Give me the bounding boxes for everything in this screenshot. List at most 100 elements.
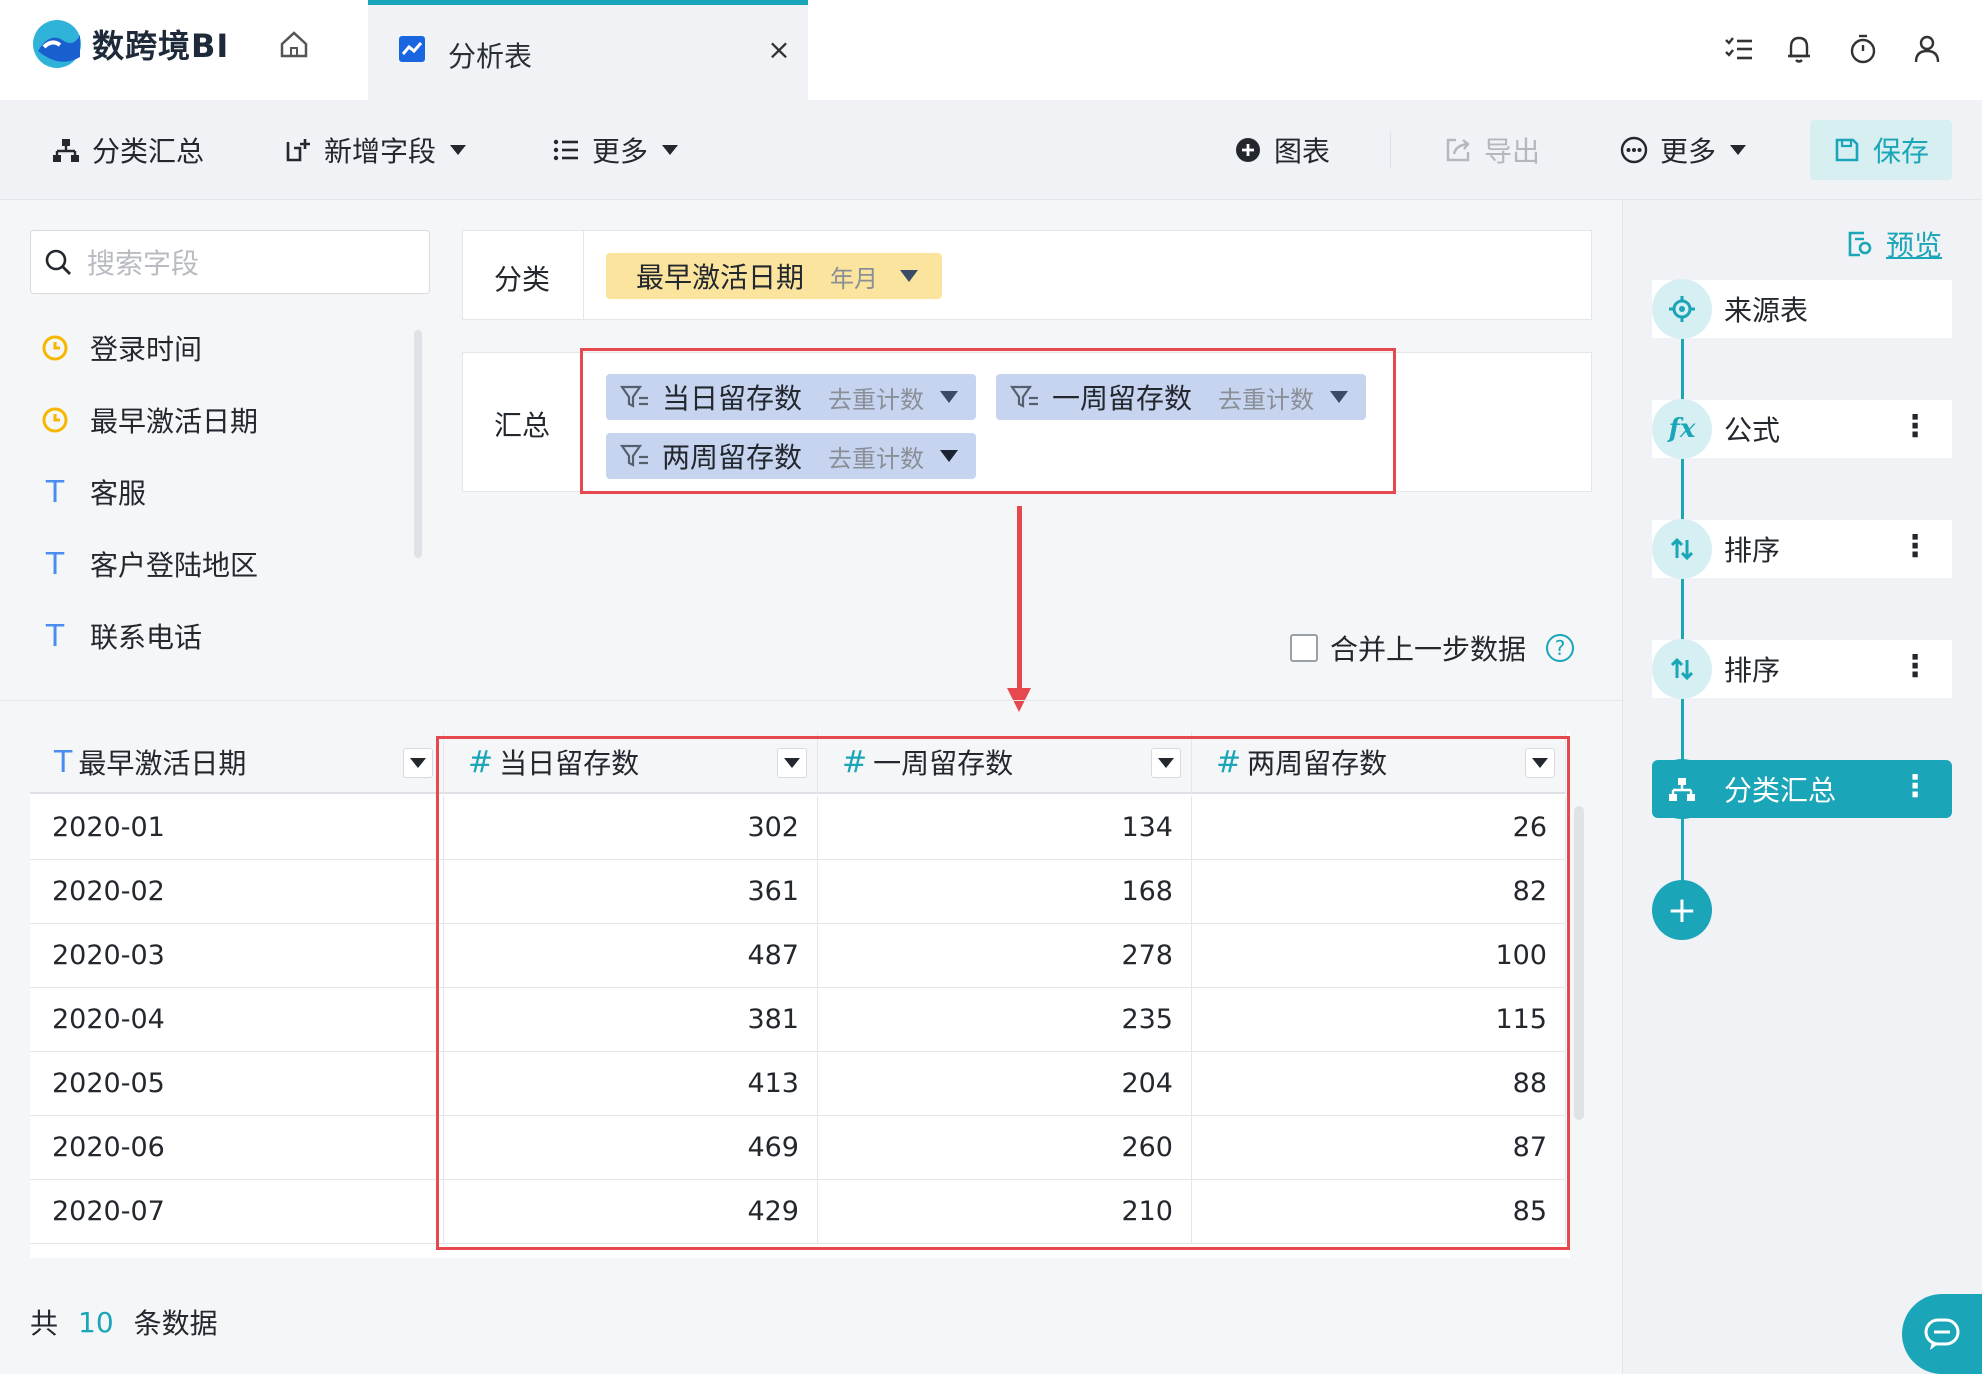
chevron-down-icon bbox=[662, 145, 679, 155]
text-type-icon: T bbox=[45, 618, 65, 654]
more-circle-icon bbox=[1620, 136, 1648, 164]
field-label: 登录时间 bbox=[90, 333, 203, 366]
preview-link[interactable]: 预览 bbox=[1846, 224, 1942, 264]
field-item[interactable]: 登录时间 bbox=[40, 328, 202, 368]
export-button[interactable]: 导出 bbox=[1444, 130, 1540, 170]
preview-icon bbox=[1848, 231, 1872, 257]
chevron-down-icon bbox=[450, 145, 467, 155]
step-label: 来源表 bbox=[1724, 294, 1809, 327]
field-list-scrollbar[interactable] bbox=[414, 330, 422, 558]
step-menu-icon[interactable]: ⋮ bbox=[1900, 412, 1930, 442]
step-label: 排序 bbox=[1724, 654, 1781, 687]
flow-step-sort[interactable]: 排序 ⋮ bbox=[1652, 519, 1952, 579]
app-name: 数跨境BI bbox=[92, 27, 230, 65]
summary-label: 汇总 bbox=[494, 409, 551, 442]
flow-step-source[interactable]: 来源表 bbox=[1652, 279, 1952, 339]
text-type-icon: T bbox=[45, 474, 65, 510]
more-menu-left[interactable]: 更多 bbox=[552, 130, 679, 170]
merge-checkbox[interactable] bbox=[1290, 634, 1318, 662]
step-menu-icon[interactable]: ⋮ bbox=[1900, 532, 1930, 562]
more-menu-right[interactable]: 更多 bbox=[1620, 130, 1747, 170]
step-menu-icon[interactable]: ⋮ bbox=[1900, 772, 1930, 802]
group-summary-icon bbox=[53, 139, 79, 162]
table-cell-date: 2020-05 bbox=[30, 1052, 444, 1116]
highlight-box-table bbox=[436, 736, 1570, 1250]
clock-icon bbox=[40, 406, 70, 434]
top-bar: 数跨境BI 分析表 × bbox=[0, 0, 1982, 100]
task-list-icon[interactable] bbox=[1722, 32, 1756, 66]
chat-support-button[interactable] bbox=[1902, 1294, 1982, 1374]
logo-icon bbox=[33, 20, 81, 68]
list-icon bbox=[553, 139, 578, 161]
sort-icon bbox=[1652, 519, 1712, 579]
table-cell-date: 2020-01 bbox=[30, 796, 444, 860]
column-header-label: 最早激活日期 bbox=[78, 747, 247, 780]
table-scrollbar[interactable] bbox=[1574, 806, 1584, 1120]
toolbar: 分类汇总 新增字段 更多 图表 导出 更多 保存 bbox=[0, 100, 1982, 200]
chart-label: 图表 bbox=[1274, 135, 1331, 168]
section-divider bbox=[0, 700, 1622, 701]
row-count: 共 10 条数据 bbox=[30, 1302, 218, 1342]
table-cell-date: 2020-04 bbox=[30, 988, 444, 1052]
search-placeholder: 搜索字段 bbox=[87, 247, 200, 280]
app-logo[interactable]: 数跨境BI bbox=[30, 16, 240, 72]
save-icon bbox=[1835, 138, 1859, 162]
tab-analysis-table[interactable]: 分析表 × bbox=[368, 0, 808, 100]
table-cell-date: 2020-07 bbox=[30, 1180, 444, 1244]
field-label: 联系电话 bbox=[90, 621, 203, 654]
add-step-button[interactable]: + bbox=[1652, 880, 1712, 940]
flow-step-formula[interactable]: fx 公式 ⋮ bbox=[1652, 399, 1952, 459]
table-cell-date: 2020-02 bbox=[30, 860, 444, 924]
chip-sub: 年月 bbox=[830, 264, 879, 293]
sort-icon bbox=[1652, 639, 1712, 699]
export-icon bbox=[1446, 138, 1470, 162]
field-label: 最早激活日期 bbox=[90, 405, 259, 438]
add-field-button[interactable]: 新增字段 bbox=[284, 130, 467, 170]
save-label: 保存 bbox=[1872, 135, 1929, 168]
highlight-box-summary bbox=[580, 348, 1396, 494]
search-icon bbox=[45, 249, 71, 275]
field-search-input[interactable]: 搜索字段 bbox=[30, 230, 430, 294]
flow-step-group-summary[interactable]: 分类汇总 ⋮ bbox=[1652, 759, 1952, 819]
chevron-down-icon bbox=[1730, 145, 1747, 155]
help-icon[interactable]: ? bbox=[1546, 634, 1575, 662]
row-count-prefix: 共 bbox=[30, 1307, 59, 1340]
column-menu-button[interactable] bbox=[403, 748, 433, 778]
chevron-down-icon bbox=[410, 758, 426, 768]
flow-step-sort[interactable]: 排序 ⋮ bbox=[1652, 639, 1952, 699]
group-summary-button[interactable]: 分类汇总 bbox=[52, 130, 204, 170]
timer-icon[interactable] bbox=[1846, 32, 1880, 66]
category-chip[interactable]: 最早激活日期 年月 bbox=[606, 253, 942, 299]
add-chart-button[interactable]: 图表 bbox=[1234, 130, 1330, 170]
annotation-arrow bbox=[1017, 506, 1022, 692]
field-label: 客服 bbox=[90, 477, 147, 510]
more-label-right: 更多 bbox=[1660, 135, 1717, 168]
field-item[interactable]: T 联系电话 bbox=[40, 616, 202, 656]
tab-label: 分析表 bbox=[448, 40, 533, 73]
step-label: 排序 bbox=[1724, 534, 1781, 567]
plus-circle-icon bbox=[1236, 138, 1260, 162]
column-header[interactable]: T 最早激活日期 bbox=[30, 732, 444, 794]
group-summary-label: 分类汇总 bbox=[92, 135, 205, 168]
field-item[interactable]: 最早激活日期 bbox=[40, 400, 258, 440]
chevron-down-icon[interactable] bbox=[900, 270, 919, 282]
field-label: 客户登陆地区 bbox=[90, 549, 259, 582]
bell-icon[interactable] bbox=[1782, 32, 1816, 66]
step-label: 分类汇总 bbox=[1724, 774, 1837, 807]
field-item[interactable]: T 客户登陆地区 bbox=[40, 544, 258, 584]
save-button[interactable]: 保存 bbox=[1810, 120, 1952, 180]
add-field-label: 新增字段 bbox=[324, 135, 437, 168]
toolbar-divider bbox=[1390, 132, 1391, 168]
user-icon[interactable] bbox=[1910, 32, 1944, 66]
add-field-icon bbox=[286, 139, 310, 162]
fx-icon: fx bbox=[1652, 399, 1712, 459]
text-type-icon: T bbox=[45, 546, 65, 582]
field-item[interactable]: T 客服 bbox=[40, 472, 146, 512]
home-icon[interactable] bbox=[274, 24, 314, 64]
merge-previous-step[interactable]: 合并上一步数据 ? bbox=[1290, 630, 1575, 666]
tab-close-icon[interactable]: × bbox=[764, 33, 794, 66]
trend-chart-icon bbox=[399, 36, 425, 62]
row-count-suffix: 条数据 bbox=[133, 1307, 218, 1340]
step-menu-icon[interactable]: ⋮ bbox=[1900, 652, 1930, 682]
group-summary-icon bbox=[1652, 759, 1712, 819]
